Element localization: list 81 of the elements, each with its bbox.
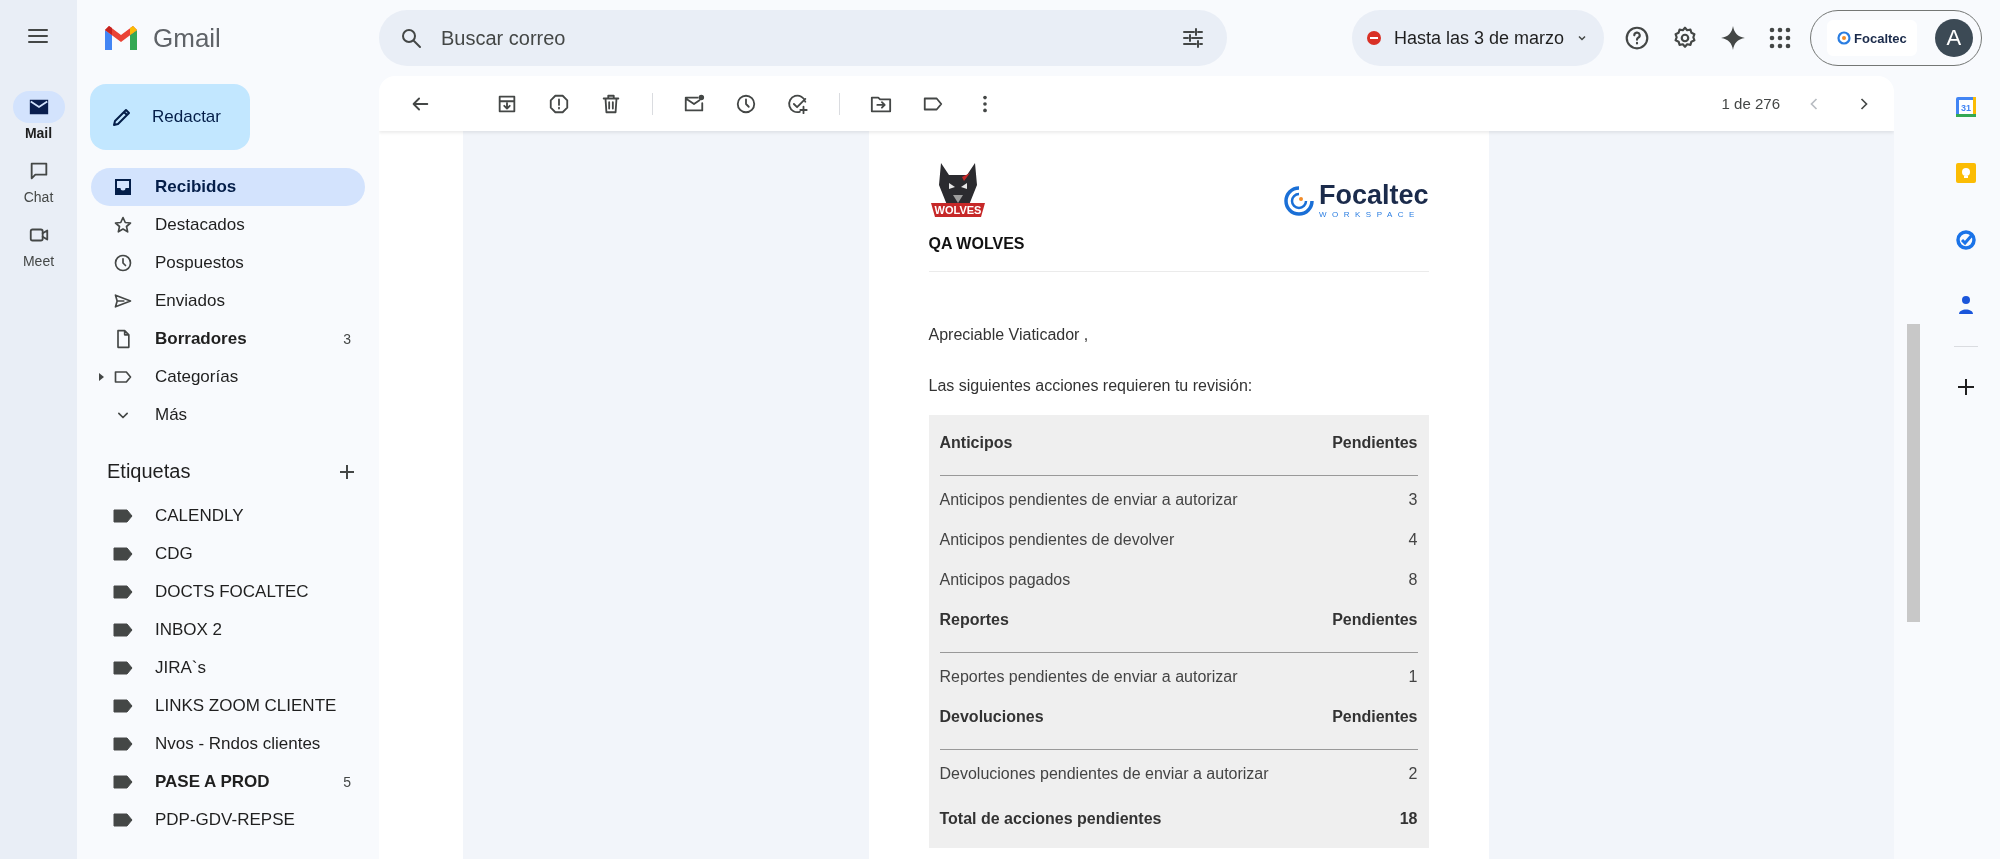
tag-icon — [113, 585, 133, 599]
section-heading: Devoluciones — [939, 708, 1044, 726]
send-icon — [113, 291, 133, 311]
label-item[interactable]: CALENDLY — [91, 497, 365, 535]
calendar-icon[interactable]: 31 — [1955, 96, 1977, 118]
tag-icon — [113, 775, 133, 789]
team-name: QA WOLVES — [928, 235, 1026, 253]
label-item[interactable]: PDP-GDV-REPSE — [91, 801, 365, 839]
search-bar[interactable]: Buscar correo — [379, 10, 1227, 66]
row-value: 4 — [1408, 531, 1418, 549]
inbox-icon — [113, 177, 133, 197]
row-value: 3 — [1408, 491, 1418, 509]
row-label: Devoluciones pendientes de enviar a autorizar — [939, 765, 1269, 783]
label-item[interactable]: LINKS ZOOM CLIENTE — [91, 687, 365, 725]
label-item[interactable]: PASE A PROD 5 — [91, 763, 365, 801]
apps-icon[interactable] — [1768, 26, 1793, 50]
add-icon[interactable] — [1956, 377, 1976, 397]
tag-icon — [113, 623, 133, 637]
row-label: Anticipos pagados — [939, 571, 1071, 589]
folder-item[interactable]: Recibidos — [91, 168, 365, 206]
clock-icon[interactable] — [735, 92, 757, 115]
focaltec-logo: Focaltec WORKSPACE — [1282, 182, 1429, 219]
avatar: A — [1934, 19, 1973, 57]
section-heading: Reportes — [939, 611, 1009, 629]
tag-icon — [113, 737, 133, 751]
expand-arrow-icon[interactable] — [97, 373, 105, 381]
do-not-disturb-icon — [1366, 30, 1382, 46]
report-icon[interactable] — [548, 92, 570, 115]
total-label: Total de acciones pendientes — [939, 810, 1162, 828]
rail-tab[interactable]: Chat — [12, 155, 65, 205]
section-heading: Anticipos — [939, 434, 1013, 452]
check-circle-icon[interactable] — [1955, 228, 1977, 250]
row-label: Anticipos pendientes de enviar a autorizar — [939, 491, 1238, 509]
row-value: 8 — [1408, 571, 1418, 589]
scrollbar-thumb[interactable] — [1906, 324, 1920, 622]
help-icon[interactable] — [1624, 25, 1651, 51]
org-logo: Focaltec — [1827, 20, 1917, 56]
status-chip[interactable]: Hasta las 3 de marzo — [1352, 10, 1605, 66]
tag-icon — [113, 661, 133, 675]
tag-icon — [113, 699, 133, 713]
filter-icon[interactable] — [1181, 26, 1205, 50]
row-value: 2 — [1408, 765, 1418, 783]
label-item[interactable]: JIRA`s — [91, 649, 365, 687]
label-item[interactable]: DOCTS FOCALTEC — [91, 573, 365, 611]
rail-tab[interactable]: Meet — [12, 219, 65, 269]
column-heading: Pendientes — [1332, 611, 1418, 629]
compose-button[interactable]: Redactar — [90, 84, 250, 150]
tag-icon — [113, 813, 133, 827]
ring-icon — [1282, 184, 1315, 217]
account-button[interactable]: Focaltec A — [1810, 10, 1982, 66]
folder-item[interactable]: Enviados — [91, 282, 365, 320]
check-add-icon[interactable] — [787, 92, 809, 115]
clock-icon — [113, 253, 133, 273]
label-item[interactable]: INBOX 2 — [91, 611, 365, 649]
label-item[interactable]: CDG — [91, 535, 365, 573]
search-input[interactable]: Buscar correo — [439, 25, 1165, 51]
intro-text: Las siguientes acciones requieren tu revisión: — [928, 377, 1254, 395]
folder-item[interactable]: Pospuestos — [91, 244, 365, 282]
app-name: Gmail — [153, 22, 221, 54]
folder-item[interactable]: Más — [91, 396, 365, 434]
folder-item[interactable]: Categorías — [91, 358, 365, 396]
folder-item[interactable]: Borradores 3 — [91, 320, 365, 358]
gmail-logo-icon — [103, 24, 139, 52]
greeting-text: Apreciable Viaticador , — [928, 326, 1090, 344]
search-icon — [399, 26, 423, 50]
row-label: Reportes pendientes de enviar a autorizar — [939, 668, 1238, 686]
folder-item[interactable]: Destacados — [91, 206, 365, 244]
label-item[interactable]: Nvos - Rndos clientes — [91, 725, 365, 763]
pager-text: 1 de 276 — [1721, 95, 1780, 112]
swirl-icon — [1837, 31, 1852, 45]
total-value: 18 — [1399, 810, 1418, 828]
tag-icon — [113, 509, 133, 523]
star-icon — [113, 215, 133, 235]
column-heading: Pendientes — [1332, 434, 1418, 452]
row-value: 1 — [1408, 668, 1418, 686]
wolf-logo: WOLVES — [928, 161, 987, 221]
column-heading: Pendientes — [1332, 708, 1418, 726]
row-label: Anticipos pendientes de devolver — [939, 531, 1175, 549]
trash-icon[interactable] — [600, 92, 622, 115]
tag-icon — [113, 547, 133, 561]
labels-heading: Etiquetas — [107, 460, 191, 483]
